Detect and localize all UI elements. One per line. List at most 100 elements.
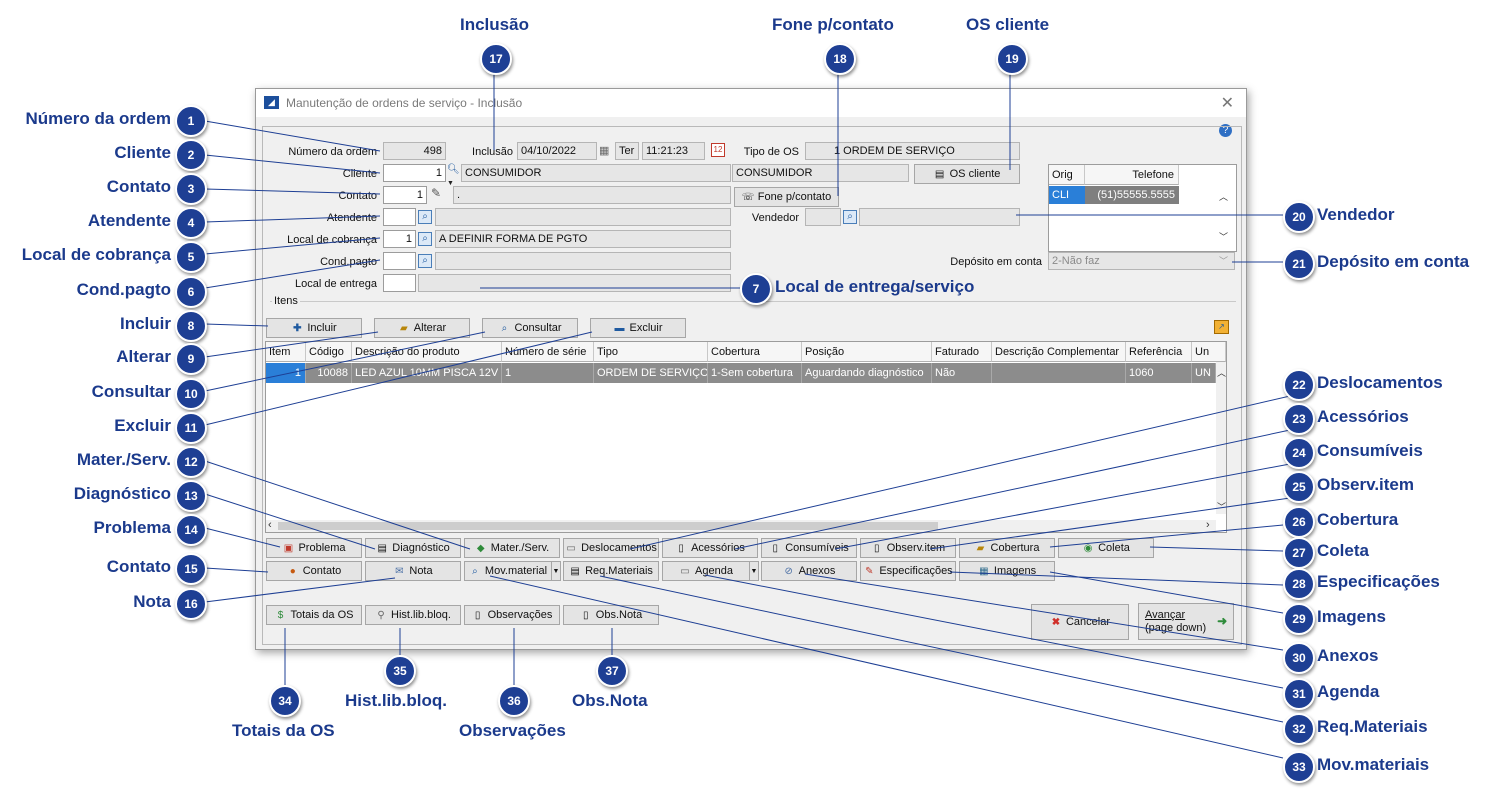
callout-label-5: Local de cobrança — [21, 245, 171, 264]
plus-icon: ✚ — [293, 322, 302, 334]
tab-contato[interactable]: ● Contato — [266, 561, 362, 581]
tab-problema[interactable]: ▣ Problema — [266, 538, 362, 558]
phone-row-orig[interactable]: CLI — [1049, 186, 1085, 204]
cell-cobertura[interactable]: 1-Sem cobertura — [708, 363, 802, 383]
col-posicao[interactable]: Posição — [802, 342, 932, 362]
callout-badge-29: 29 — [1283, 603, 1315, 635]
local-entrega-code-field[interactable] — [383, 274, 416, 292]
mov-material-dropdown-icon[interactable]: ▼ — [551, 561, 561, 581]
cell-referencia[interactable]: 1060 — [1126, 363, 1192, 383]
consultar-button[interactable]: ⌕ Consultar — [482, 318, 578, 338]
grid-scroll-left-icon[interactable]: ‹ — [268, 519, 272, 531]
agenda-dropdown-icon[interactable]: ▼ — [749, 561, 759, 581]
cond-pagto-code-field[interactable] — [383, 252, 416, 270]
grid-scroll-up-icon[interactable]: ︿ — [1217, 366, 1226, 379]
callout-badge-24: 24 — [1283, 437, 1315, 469]
close-icon[interactable]: ✕ — [1221, 93, 1234, 113]
callout-label-20: Vendedor — [1317, 205, 1395, 224]
tab-req-materiais[interactable]: ▤ Req.Materiais — [563, 561, 659, 581]
tab-cobertura[interactable]: ▰ Cobertura — [959, 538, 1055, 558]
phone-row-telefone[interactable]: (51)55555.5555 — [1085, 186, 1179, 204]
tab-mov-material[interactable]: ⌕ Mov.material — [464, 561, 552, 581]
materials-icon: ◆ — [476, 542, 485, 554]
atendente-code-field[interactable] — [383, 208, 416, 226]
contato-code-field[interactable]: 1 — [383, 186, 427, 204]
cell-numero-serie[interactable]: 1 — [502, 363, 594, 383]
fone-contato-button[interactable]: ☏ Fone p/contato — [734, 187, 839, 207]
col-descricao-complementar[interactable]: Descrição Complementar — [992, 342, 1126, 362]
tab-especificacoes[interactable]: ✎ Especificações — [860, 561, 956, 581]
col-faturado[interactable]: Faturado — [932, 342, 992, 362]
cell-tipo[interactable]: ORDEM DE SERVIÇO — [594, 363, 708, 383]
scroll-up-icon[interactable]: ︿ — [1219, 190, 1228, 203]
local-cobranca-name-field: A DEFINIR FORMA DE PGTO — [435, 230, 731, 248]
grid-scroll-down-icon[interactable]: ﹀ — [1217, 500, 1226, 513]
next-button[interactable]: Avançar (page down) ➜ — [1138, 603, 1234, 640]
tab-consumiveis[interactable]: ▯ Consumíveis — [761, 538, 857, 558]
cell-codigo[interactable]: 10088 — [306, 363, 352, 383]
col-numero-serie[interactable]: Número de série — [502, 342, 594, 362]
callout-badge-26: 26 — [1283, 506, 1315, 538]
grid-scroll-right-icon[interactable]: › — [1206, 519, 1210, 531]
cell-faturado[interactable]: Não — [932, 363, 992, 383]
tab-imagens[interactable]: ▦ Imagens — [959, 561, 1055, 581]
callout-label-26: Cobertura — [1317, 510, 1399, 529]
tab-observ-item[interactable]: ▯ Observ.item — [860, 538, 956, 558]
deposito-select[interactable]: 2-Não faz — [1048, 252, 1235, 270]
incluir-button[interactable]: ✚ Incluir — [266, 318, 362, 338]
tab-acessorios[interactable]: ▯ Acessórios — [662, 538, 758, 558]
callout-badge-20: 20 — [1283, 201, 1315, 233]
col-un[interactable]: Un — [1192, 342, 1226, 362]
vendedor-lookup-icon[interactable]: ⌕ — [843, 210, 857, 224]
atendente-lookup-icon[interactable]: ⌕ — [418, 210, 432, 224]
tab-diagnostico[interactable]: ▤ Diagnóstico — [365, 538, 461, 558]
phone-list: Orig Telefone CLI (51)55555.5555 ︿ ﹀ — [1048, 164, 1237, 252]
edit-contact-icon[interactable]: ✎ — [431, 186, 441, 200]
chevron-down-icon[interactable]: ﹀ — [1219, 254, 1228, 267]
col-item[interactable]: Item — [266, 342, 306, 362]
excluir-button[interactable]: ▬ Excluir — [590, 318, 686, 338]
cond-pagto-lookup-icon[interactable]: ⌕ — [418, 254, 432, 268]
tab-agenda[interactable]: ▭ Agenda — [662, 561, 750, 581]
os-cliente-button[interactable]: ▤ OS cliente — [914, 164, 1020, 184]
search-icon[interactable]: 🔍︎ — [447, 164, 460, 175]
grid-scroll-thumb[interactable] — [278, 522, 938, 530]
tab-deslocamentos[interactable]: ▭ Deslocamentos — [563, 538, 659, 558]
obs-nota-button[interactable]: ▯ Obs.Nota — [563, 605, 659, 625]
local-cobranca-lookup-icon[interactable]: ⌕ — [418, 232, 432, 246]
callout-label-15: Contato — [106, 557, 171, 576]
cliente-code-field[interactable]: 1 — [383, 164, 446, 182]
tab-anexos[interactable]: ⊘ Anexos — [761, 561, 857, 581]
calendar-icon[interactable]: ▦ — [599, 144, 613, 158]
contato-name-field: . — [453, 186, 731, 204]
page-icon: ▯ — [678, 542, 684, 554]
totais-os-button[interactable]: $ Totais da OS — [266, 605, 362, 625]
inclusao-date-field: 04/10/2022 — [517, 142, 597, 160]
callout-badge-2: 2 — [175, 139, 207, 171]
col-codigo[interactable]: Código — [306, 342, 352, 362]
export-icon[interactable]: ↗ — [1214, 320, 1229, 334]
cell-descricao-complementar[interactable] — [992, 363, 1126, 383]
col-descricao[interactable]: Descrição do produto — [352, 342, 502, 362]
cell-item[interactable]: 1 — [266, 363, 306, 383]
col-tipo[interactable]: Tipo — [594, 342, 708, 362]
cell-descricao[interactable]: LED AZUL 10MM PISCA 12V — [352, 363, 502, 383]
cancel-button[interactable]: ✖ Cancelar — [1031, 604, 1129, 640]
col-cobertura[interactable]: Cobertura — [708, 342, 802, 362]
hist-lib-bloq-button[interactable]: ⚲ Hist.lib.bloq. — [365, 605, 461, 625]
col-referencia[interactable]: Referência — [1126, 342, 1192, 362]
local-cobranca-code-field[interactable]: 1 — [383, 230, 416, 248]
alterar-button[interactable]: ▰ Alterar — [374, 318, 470, 338]
calendar-today-icon[interactable]: 12 — [711, 143, 725, 157]
tab-mater-serv[interactable]: ◆ Mater./Serv. — [464, 538, 560, 558]
cell-posicao[interactable]: Aguardando diagnóstico — [802, 363, 932, 383]
scroll-down-icon[interactable]: ﹀ — [1219, 230, 1228, 243]
cell-un[interactable]: UN — [1192, 363, 1216, 383]
grid-vertical-scrollbar[interactable] — [1216, 362, 1226, 514]
arrow-right-icon: ➜ — [1217, 614, 1228, 628]
tab-nota[interactable]: ✉ Nota — [365, 561, 461, 581]
history-icon: ⚲ — [377, 609, 385, 621]
observacoes-button[interactable]: ▯ Observações — [464, 605, 560, 625]
items-group-label: Itens — [272, 295, 300, 307]
tab-coleta[interactable]: ◉ Coleta — [1058, 538, 1154, 558]
